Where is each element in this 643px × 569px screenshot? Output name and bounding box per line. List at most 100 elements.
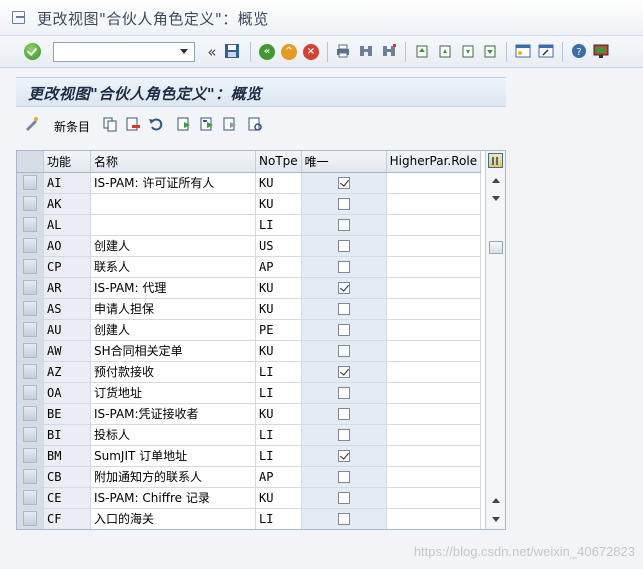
row-select-button[interactable] [23,343,37,358]
unique-checkbox[interactable] [337,366,350,378]
row-select-button[interactable] [23,490,37,505]
name-cell[interactable]: 创建人 [90,235,256,257]
table-row[interactable]: AS 申请人担保 KU [17,298,482,320]
find-icon[interactable] [357,43,375,61]
unique-checkbox[interactable] [337,324,350,336]
higher-par-role-cell[interactable] [386,172,482,194]
name-cell[interactable]: IS-PAM:凭证接收者 [90,403,256,425]
unique-checkbox[interactable] [337,282,350,294]
higher-par-role-cell[interactable] [386,235,482,257]
function-cell[interactable]: CP [43,256,91,278]
chevron-down-icon[interactable] [180,49,188,54]
notpe-cell[interactable]: KU [255,298,302,320]
table-row[interactable]: BI 投标人 LI [17,424,482,446]
row-select-button[interactable] [23,406,37,421]
name-cell[interactable]: 附加通知方的联系人 [90,466,256,488]
unique-checkbox[interactable] [337,513,350,525]
row-selector[interactable] [17,298,44,320]
notpe-cell[interactable]: LI [255,382,302,404]
row-selector[interactable] [17,319,44,341]
function-cell[interactable]: AS [43,298,91,320]
function-cell[interactable]: OA [43,382,91,404]
row-selector[interactable] [17,403,44,425]
delete-icon[interactable] [125,116,141,132]
scroll-page-up-icon[interactable] [492,498,500,503]
row-select-button[interactable] [23,448,37,463]
row-select-button[interactable] [23,259,37,274]
notpe-cell[interactable]: AP [255,256,302,278]
higher-par-role-cell[interactable] [386,466,482,488]
select-all-icon[interactable] [176,116,192,132]
unique-checkbox[interactable] [337,429,350,441]
higher-par-role-cell[interactable] [386,382,482,404]
row-selector[interactable] [17,235,44,257]
function-cell[interactable]: CB [43,466,91,488]
notpe-cell[interactable]: LI [255,508,302,529]
display-change-icon[interactable] [24,116,40,132]
table-row[interactable]: AO 创建人 US [17,235,482,257]
notpe-cell[interactable]: KU [255,193,302,215]
scroll-up-icon[interactable] [492,178,500,183]
row-select-button[interactable] [23,364,37,379]
row-select-button[interactable] [23,196,37,211]
higher-par-role-cell[interactable] [386,319,482,341]
row-select-button[interactable] [23,322,37,337]
notpe-cell[interactable]: LI [255,361,302,383]
table-row[interactable]: CP 联系人 AP [17,256,482,278]
function-cell[interactable]: AU [43,319,91,341]
row-select-button[interactable] [23,238,37,253]
unique-checkbox[interactable] [337,450,350,462]
unique-checkbox[interactable] [337,303,350,315]
shortcut-icon[interactable] [537,43,555,61]
function-cell[interactable]: CF [43,508,91,529]
table-row[interactable]: AZ 预付款接收 LI [17,361,482,383]
higher-par-role-cell[interactable] [386,508,482,529]
find-next-icon[interactable] [380,43,398,61]
notpe-cell[interactable]: KU [255,403,302,425]
scroll-page-down-icon[interactable] [492,517,500,522]
row-select-button[interactable] [23,175,37,190]
notpe-cell[interactable]: KU [255,277,302,299]
name-cell[interactable]: IS-PAM: Chiffre 记录 [90,487,256,509]
table-row[interactable]: AL LI [17,214,482,236]
select-all-header[interactable] [17,151,44,173]
higher-par-role-cell[interactable] [386,361,482,383]
function-cell[interactable]: AI [43,172,91,194]
unique-checkbox[interactable] [337,177,350,189]
function-cell[interactable]: AL [43,214,91,236]
higher-par-role-cell[interactable] [386,445,482,467]
name-cell[interactable]: IS-PAM: 代理 [90,277,256,299]
unique-checkbox[interactable] [337,261,350,273]
next-page-icon[interactable] [459,43,477,61]
table-row[interactable]: BE IS-PAM:凭证接收者 KU [17,403,482,425]
notpe-cell[interactable]: PE [255,319,302,341]
table-row[interactable]: AU 创建人 PE [17,319,482,341]
function-cell[interactable]: CE [43,487,91,509]
function-cell[interactable]: BM [43,445,91,467]
notpe-cell[interactable]: LI [255,424,302,446]
double-left-arrow-icon[interactable]: « [203,43,221,61]
higher-par-role-cell[interactable] [386,487,482,509]
table-row[interactable]: CB 附加通知方的联系人 AP [17,466,482,488]
print-icon[interactable] [334,43,352,61]
name-cell[interactable] [90,193,256,215]
select-block-icon[interactable] [199,116,215,132]
notpe-cell[interactable]: AP [255,466,302,488]
scroll-down-icon[interactable] [492,196,500,201]
row-selector[interactable] [17,382,44,404]
first-page-icon[interactable] [413,43,431,61]
row-select-button[interactable] [23,469,37,484]
higher-par-role-cell[interactable] [386,214,482,236]
command-field[interactable] [53,42,195,62]
higher-par-role-cell[interactable] [386,193,482,215]
notpe-cell[interactable]: LI [255,445,302,467]
higher-par-role-cell[interactable] [386,340,482,362]
customize-layout-icon[interactable] [592,43,610,61]
higher-par-role-cell[interactable] [386,403,482,425]
function-cell[interactable]: AZ [43,361,91,383]
notpe-cell[interactable]: KU [255,172,302,194]
row-selector[interactable] [17,277,44,299]
row-selector[interactable] [17,172,44,194]
name-cell[interactable]: 投标人 [90,424,256,446]
notpe-cell[interactable]: KU [255,340,302,362]
